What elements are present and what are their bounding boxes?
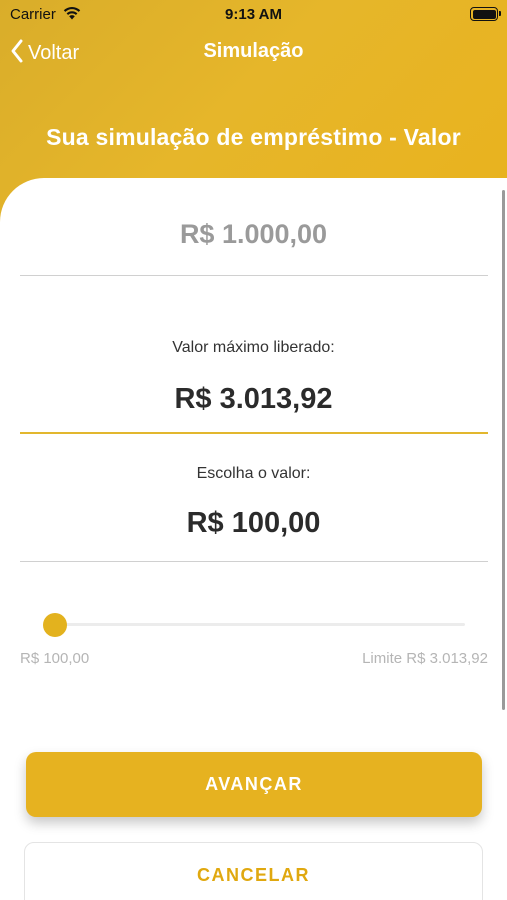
page-title: Sua simulação de empréstimo - Valor [46,124,461,150]
amount-slider-track[interactable] [54,623,465,626]
nav-title: Simulação [203,40,304,62]
scrollbar[interactable] [502,190,505,710]
requested-amount: R$ 1.000,00 [179,219,328,249]
choose-amount-label: Escolha o valor: [196,465,311,482]
slider-min-label: R$ 100,00 [20,650,90,667]
divider-highlight [20,432,488,434]
advance-button[interactable]: AVANÇAR [26,752,482,817]
max-amount-value: R$ 3.013,92 [174,383,333,415]
status-bar: Carrier 9:13 AM [0,0,507,30]
divider [20,561,488,562]
max-amount-label: Valor máximo liberado: [172,339,335,356]
divider [20,275,488,276]
amount-slider-thumb[interactable] [43,613,67,637]
navigation-bar: Voltar Simulação [0,36,507,70]
slider-max-label: Limite R$ 3.013,92 [362,650,488,667]
chosen-amount-value: R$ 100,00 [186,507,321,539]
cancel-button[interactable]: CANCELAR [24,842,483,900]
battery-icon [470,7,501,21]
clock: 9:13 AM [225,6,282,23]
